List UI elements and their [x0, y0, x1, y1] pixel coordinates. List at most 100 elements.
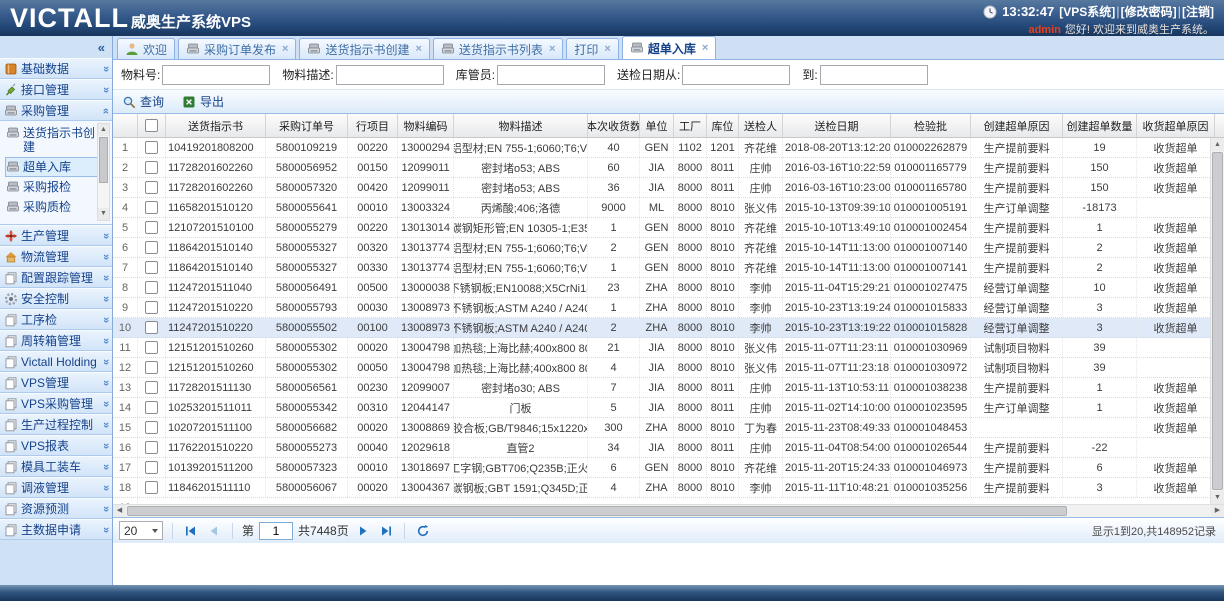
table-row[interactable]: 141025320151101158000553420031012044147门… — [113, 398, 1224, 418]
column-header-7[interactable]: 工厂 — [674, 114, 707, 137]
sidebar-subitem-3[interactable]: 采购质检 — [5, 197, 98, 217]
column-header-12[interactable]: 创建超单原因 — [971, 114, 1063, 137]
header-link-1[interactable]: [修改密码] — [1121, 5, 1177, 19]
table-row[interactable]: 31172820160226058000573200042012099011密封… — [113, 178, 1224, 198]
filter-input-1[interactable] — [336, 65, 444, 85]
sidebar-item-17[interactable]: 主数据申请» — [0, 519, 112, 540]
row-checkbox[interactable] — [145, 261, 158, 274]
tab-1[interactable]: 采购订单发布× — [178, 38, 296, 59]
table-row[interactable]: 11041920180820058001092190022013000294铝型… — [113, 138, 1224, 158]
vertical-scrollbar-thumb[interactable] — [1212, 152, 1223, 490]
row-checkbox[interactable] — [145, 221, 158, 234]
table-row[interactable]: 61186420151014058000553270032013013774铝型… — [113, 238, 1224, 258]
sidebar-collapse-button[interactable]: « — [98, 40, 105, 55]
column-header-15[interactable]: 收货 — [1215, 114, 1224, 137]
column-header-6[interactable]: 单位 — [640, 114, 674, 137]
prev-page-button[interactable] — [205, 522, 223, 540]
row-checkbox[interactable] — [145, 141, 158, 154]
column-header-8[interactable]: 库位 — [707, 114, 739, 137]
scroll-down-arrow[interactable]: ▼ — [1211, 491, 1224, 504]
column-header-9[interactable]: 送检人 — [739, 114, 783, 137]
row-checkbox[interactable] — [145, 201, 158, 214]
table-row[interactable]: 21172820160226058000569520015012099011密封… — [113, 158, 1224, 178]
sidebar-item-4[interactable]: 物流管理» — [0, 246, 112, 267]
row-checkbox[interactable] — [145, 241, 158, 254]
scroll-left-arrow[interactable]: ◀ — [113, 505, 126, 517]
row-checkbox[interactable] — [145, 181, 158, 194]
table-row[interactable]: 171013920151120058000573230001013018697工… — [113, 458, 1224, 478]
sidebar-subitem-0[interactable]: 送货指示书创建 — [5, 123, 98, 157]
column-header-0[interactable]: 送货指示书 — [166, 114, 266, 137]
table-row[interactable]: 41165820151012058000556410001013003324丙烯… — [113, 198, 1224, 218]
scroll-up-arrow[interactable]: ▲ — [1211, 138, 1224, 151]
column-header-4[interactable]: 物料描述 — [454, 114, 588, 137]
filter-input-2[interactable] — [497, 65, 605, 85]
table-row[interactable]: 71186420151014058000553270033013013774铝型… — [113, 258, 1224, 278]
table-row[interactable]: 81124720151104058000564910050013000038不锈… — [113, 278, 1224, 298]
table-row[interactable]: 101124720151022058000555020010013008973不… — [113, 318, 1224, 338]
tab-5[interactable]: 超单入库× — [622, 36, 716, 59]
tab-close-icon[interactable]: × — [604, 43, 610, 55]
row-checkbox[interactable] — [145, 301, 158, 314]
sidebar-item-7[interactable]: 工序检» — [0, 309, 112, 330]
sidebar-item-13[interactable]: VPS报表» — [0, 435, 112, 456]
tab-2[interactable]: 送货指示书创建× — [299, 38, 429, 59]
sidebar-item-9[interactable]: Victall Holding» — [0, 351, 112, 372]
page-number-input[interactable] — [259, 522, 293, 540]
sidebar-subitem-2[interactable]: 采购报检 — [5, 177, 98, 197]
header-link-2[interactable]: [注销] — [1182, 5, 1214, 19]
table-row[interactable]: 131172820151113058000565610023012099007密… — [113, 378, 1224, 398]
last-page-button[interactable] — [377, 522, 395, 540]
table-row[interactable]: 51210720151010058000552790022013013014碳钢… — [113, 218, 1224, 238]
sidebar-item-6[interactable]: 安全控制» — [0, 288, 112, 309]
sidebar-item-15[interactable]: 调液管理» — [0, 477, 112, 498]
query-button[interactable]: 查询 — [119, 92, 167, 111]
column-header-3[interactable]: 物料编码 — [398, 114, 454, 137]
sidebar-item-5[interactable]: 配置跟踪管理» — [0, 267, 112, 288]
next-page-button[interactable] — [354, 522, 372, 540]
filter-input-3[interactable] — [682, 65, 790, 85]
sidebar-item-11[interactable]: VPS采购管理» — [0, 393, 112, 414]
row-checkbox[interactable] — [145, 461, 158, 474]
tab-close-icon[interactable]: × — [415, 43, 421, 55]
refresh-button[interactable] — [414, 522, 432, 540]
column-header-13[interactable]: 创建超单数量 — [1063, 114, 1137, 137]
row-checkbox[interactable] — [145, 281, 158, 294]
row-checkbox[interactable] — [145, 361, 158, 374]
sidebar-item-3[interactable]: 生产管理» — [0, 225, 112, 246]
tab-close-icon[interactable]: × — [549, 43, 555, 55]
scroll-down-arrow[interactable]: ▼ — [98, 208, 109, 220]
row-checkbox[interactable] — [145, 341, 158, 354]
sidebar-item-8[interactable]: 周转箱管理» — [0, 330, 112, 351]
filter-input-0[interactable] — [162, 65, 270, 85]
column-header-14[interactable]: 收货超单原因 — [1137, 114, 1215, 137]
table-row[interactable]: 111215120151026058000553020002013004798加… — [113, 338, 1224, 358]
tab-close-icon[interactable]: × — [282, 43, 288, 55]
column-header-10[interactable]: 送检日期 — [783, 114, 891, 137]
column-header-1[interactable]: 采购订单号 — [266, 114, 348, 137]
sidebar-item-12[interactable]: 生产过程控制» — [0, 414, 112, 435]
tab-close-icon[interactable]: × — [702, 42, 708, 54]
header-link-0[interactable]: [VPS系统] — [1059, 5, 1115, 19]
row-checkbox[interactable] — [145, 481, 158, 494]
sidebar-item-16[interactable]: 资源预测» — [0, 498, 112, 519]
sidebar-item-10[interactable]: VPS管理» — [0, 372, 112, 393]
table-row[interactable]: 161176220151022058000552730004012029618直… — [113, 438, 1224, 458]
filter-input-4[interactable] — [820, 65, 928, 85]
submenu-scrollbar-thumb[interactable] — [99, 137, 108, 183]
select-all-header[interactable] — [138, 114, 166, 137]
column-header-5[interactable]: 本次收货数 — [588, 114, 640, 137]
scroll-right-arrow[interactable]: ▶ — [1211, 505, 1224, 517]
page-size-select[interactable]: 20 — [119, 521, 163, 540]
horizontal-scrollbar-thumb[interactable] — [127, 506, 1067, 516]
row-checkbox[interactable] — [145, 321, 158, 334]
row-checkbox[interactable] — [145, 381, 158, 394]
row-checkbox[interactable] — [145, 441, 158, 454]
first-page-button[interactable] — [182, 522, 200, 540]
tab-0[interactable]: 欢迎 — [117, 38, 175, 59]
sidebar-item-1[interactable]: 接口管理» — [0, 79, 112, 100]
export-button[interactable]: 导出 — [179, 92, 227, 111]
sidebar-item-0[interactable]: 基础数据» — [0, 58, 112, 79]
column-header-11[interactable]: 检验批 — [891, 114, 971, 137]
scroll-up-arrow[interactable]: ▲ — [98, 124, 109, 136]
